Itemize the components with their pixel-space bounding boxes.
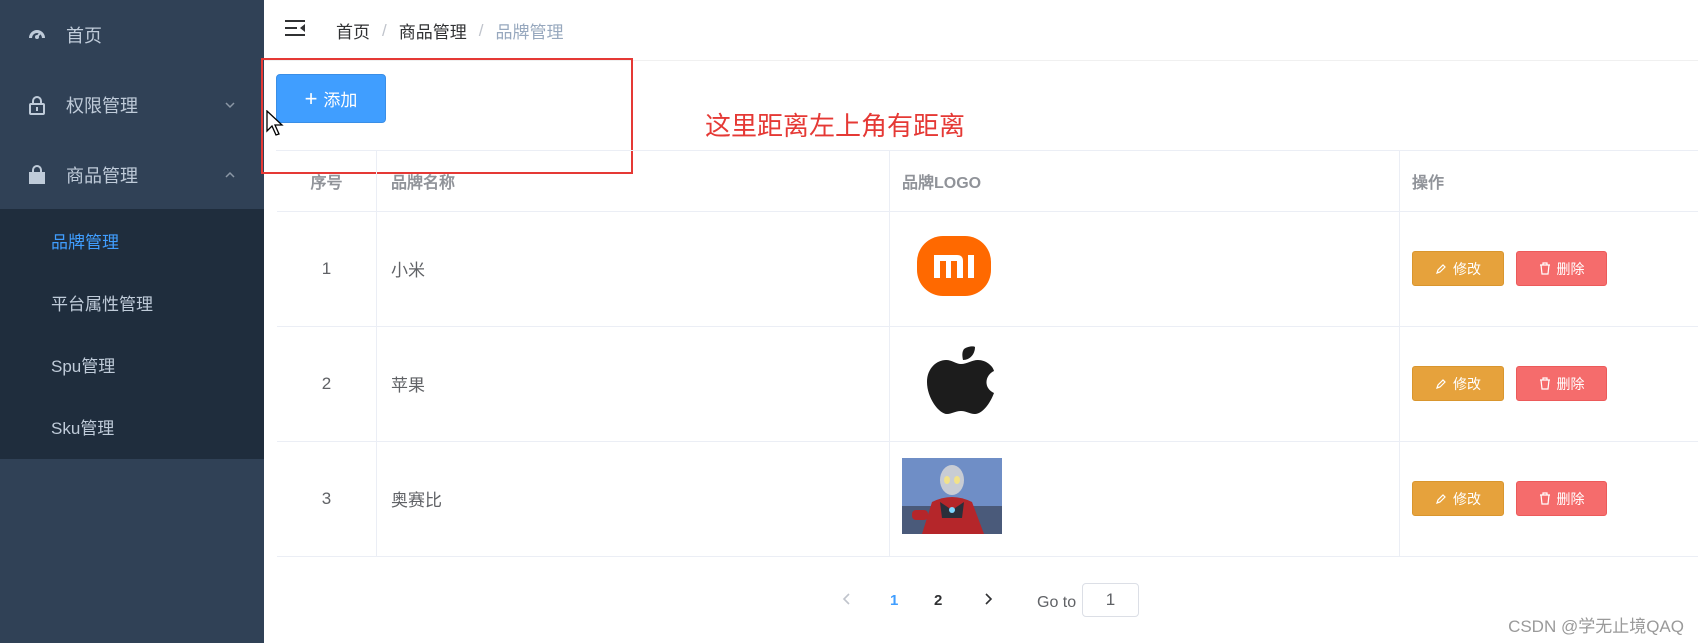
cell-name: 小米 [377, 211, 890, 326]
add-button[interactable]: + 添加 [276, 74, 386, 123]
trash-icon [1539, 262, 1550, 275]
edit-button[interactable]: 修改 [1412, 366, 1504, 401]
cell-index: 2 [277, 326, 377, 441]
breadcrumb-item[interactable]: 首页 [336, 18, 370, 43]
cell-name: 奥赛比 [377, 441, 890, 556]
header-actions: 操作 [1412, 175, 1445, 192]
cell-actions: 修改 删除 [1400, 211, 1698, 326]
menu-item-label: 权限管理 [66, 96, 138, 116]
add-button-label: 添加 [323, 91, 358, 110]
mouse-cursor-icon [266, 109, 284, 141]
submenu-item-spu[interactable]: Spu管理 [0, 333, 264, 395]
edit-label: 修改 [1453, 375, 1481, 392]
edit-label: 修改 [1453, 260, 1481, 277]
header-logo: 品牌LOGO [890, 151, 1400, 211]
pagination: 1 2 Go to [0, 583, 1698, 619]
trash-icon [1539, 377, 1550, 390]
breadcrumb-separator: / [382, 20, 387, 40]
page-number-active[interactable]: 1 [890, 592, 898, 609]
cell-index: 3 [277, 441, 377, 556]
table-row: 3 奥赛比 修改 删除 [277, 441, 1698, 557]
menu-item-product[interactable]: 商品管理 [0, 140, 264, 210]
menu-item-label: 首页 [66, 26, 102, 46]
cell-actions: 修改 删除 [1400, 441, 1698, 556]
ultraman-image [902, 458, 1002, 539]
delete-label: 删除 [1556, 375, 1585, 392]
brand-table: 序号 品牌名称 品牌LOGO 操作 1 小米 修改 删除 2 苹果 修改 删除 … [276, 150, 1698, 557]
menu-item-permission[interactable]: 权限管理 [0, 70, 264, 140]
submenu-item-brand[interactable]: 品牌管理 [0, 209, 264, 271]
page-number[interactable]: 2 [934, 592, 942, 609]
trash-icon [1539, 492, 1550, 505]
edit-icon [1436, 493, 1446, 504]
edit-icon [1436, 263, 1446, 274]
edit-button[interactable]: 修改 [1412, 481, 1504, 516]
delete-label: 删除 [1556, 490, 1585, 507]
delete-button[interactable]: 删除 [1516, 481, 1607, 516]
cell-logo [890, 326, 1400, 441]
table-row: 2 苹果 修改 删除 [277, 326, 1698, 442]
lock-icon [26, 94, 48, 116]
edit-icon [1436, 378, 1446, 389]
sidebar: 首页 权限管理 商品管理 品牌管理 平台属性管理 Spu管理 Sku管理 [0, 0, 264, 643]
delete-button[interactable]: 删除 [1516, 366, 1607, 401]
cell-index: 1 [277, 211, 377, 326]
cell-name: 苹果 [377, 326, 890, 441]
breadcrumb-separator: / [478, 20, 484, 40]
navbar: 首页 / 商品管理 / 品牌管理 [264, 0, 1698, 61]
submenu-item-sku[interactable]: Sku管理 [0, 395, 264, 457]
submenu-product: 品牌管理 平台属性管理 Spu管理 Sku管理 [0, 209, 264, 459]
table-row: 1 小米 修改 删除 [277, 211, 1698, 327]
goto-label: Go to [1037, 594, 1077, 611]
menu-item-home[interactable]: 首页 [0, 0, 264, 70]
plus-icon: + [304, 85, 318, 111]
chevron-down-icon [224, 95, 236, 116]
goto-input[interactable] [1082, 583, 1139, 617]
menu-item-label: 商品管理 [66, 166, 138, 186]
prev-page-icon[interactable] [842, 592, 852, 610]
header-name: 品牌名称 [377, 151, 890, 211]
hamburger-icon[interactable] [284, 18, 306, 40]
apple-logo [922, 346, 1000, 421]
next-page-icon[interactable] [983, 592, 993, 610]
cell-actions: 修改 删除 [1400, 326, 1698, 441]
xiaomi-logo [917, 236, 991, 301]
table-header-row: 序号 品牌名称 品牌LOGO 操作 [277, 151, 1698, 212]
delete-button[interactable]: 删除 [1516, 251, 1607, 286]
delete-label: 删除 [1556, 260, 1585, 277]
dashboard-icon [26, 24, 48, 46]
breadcrumb-item[interactable]: 商品管理 [399, 18, 467, 43]
cell-logo [890, 211, 1400, 326]
breadcrumb: 首页 / 商品管理 / 品牌管理 [336, 18, 563, 43]
submenu-item-attr[interactable]: 平台属性管理 [0, 271, 264, 333]
edit-button[interactable]: 修改 [1412, 251, 1504, 286]
watermark: CSDN @学无止境QAQ [1508, 617, 1684, 636]
breadcrumb-item-current: 品牌管理 [495, 23, 564, 42]
shopping-bag-icon [26, 164, 48, 186]
edit-label: 修改 [1453, 490, 1481, 507]
cell-logo [890, 441, 1400, 556]
header-index: 序号 [277, 151, 377, 211]
chevron-up-icon [224, 165, 236, 186]
annotation-text: 这里距离左上角有距离 [705, 111, 966, 141]
